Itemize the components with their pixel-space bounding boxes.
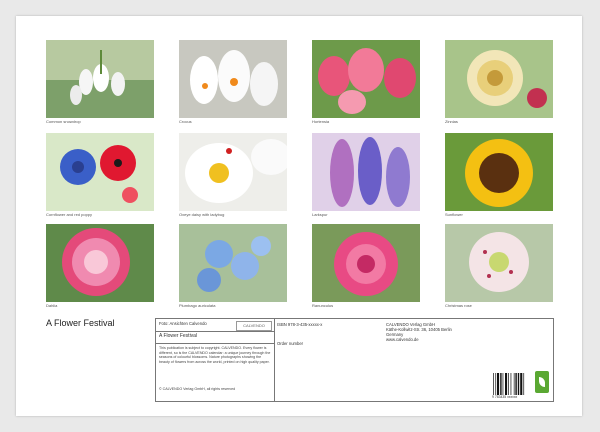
cover-info-column: Foto: Ansichten Calvendo CALVENDO A Flow… — [156, 319, 275, 401]
photo-caption: Dahlia — [46, 303, 58, 308]
order-number-label: Order number — [277, 341, 304, 346]
photo-tile: Zinnias — [445, 40, 553, 125]
photo-tile: Larkspur — [312, 133, 420, 218]
photo-caption: Oxeye daisy with ladybug — [179, 212, 225, 217]
larkspur-photo — [312, 133, 420, 211]
photo-caption: Crocus — [179, 119, 192, 124]
barcode — [493, 373, 525, 395]
publisher-info-box: Foto: Ansichten Calvendo CALVENDO A Flow… — [155, 318, 554, 402]
isbn-text: ISBN 978-3-435-xxxxx-x — [277, 322, 323, 327]
photo-caption: Hortensia — [312, 119, 330, 124]
snowdrop-photo — [46, 40, 154, 118]
photo-caption: Common snowdrop — [46, 119, 81, 124]
photo-tile: Sunflower — [445, 133, 553, 218]
photo-tile: Ranunculus — [312, 224, 420, 309]
dahlia-photo — [46, 224, 154, 302]
photo-caption: Plumbago auriculata — [179, 303, 216, 308]
zinnia-photo — [445, 40, 553, 118]
ranunculus-photo — [312, 224, 420, 302]
copyright-text: © CALVENDO Verlag GmbH, all rights reser… — [159, 387, 236, 391]
photo-tile: Dahlia — [46, 224, 154, 309]
photo-tile: Cornflower and red poppy — [46, 133, 154, 218]
plumbago-photo — [179, 224, 287, 302]
calendar-title: A Flower Festival — [46, 318, 115, 328]
tulips-photo — [312, 40, 420, 118]
crocus-photo — [179, 40, 287, 118]
photo-tile: Christmas rose — [445, 224, 553, 309]
photo-tile: Common snowdrop — [46, 40, 154, 125]
row-divider — [156, 343, 274, 344]
photo-caption: Zinnias — [445, 119, 458, 124]
publisher-contact: www.calvendo.de — [386, 337, 419, 342]
photo-caption: Cornflower and red poppy — [46, 212, 93, 217]
photo-caption: Ranunculus — [312, 303, 334, 308]
hellebore-photo — [445, 224, 553, 302]
photo-caption: Christmas rose — [445, 303, 472, 308]
barcode-number: 9 783435 xxxxxx — [492, 395, 518, 399]
calendar-subtitle: A Flower Festival — [159, 333, 198, 339]
cornflower-photo — [46, 133, 154, 211]
row-divider — [156, 331, 274, 332]
photo-caption: Larkspur — [312, 212, 328, 217]
description-text: This publication is subject to copyright… — [159, 346, 271, 364]
photo-caption: Sunflower — [445, 212, 463, 217]
eco-badge-icon — [535, 371, 549, 393]
photo-tile: Oxeye daisy with ladybug — [179, 133, 287, 218]
photo-tile: Plumbago auriculata — [179, 224, 287, 309]
cover-label: Foto: Ansichten Calvendo — [159, 321, 207, 326]
photo-tile: Crocus — [179, 40, 287, 125]
calvendo-logo: CALVENDO — [236, 321, 272, 331]
sunflower-photo — [445, 133, 553, 211]
photo-tile: Hortensia — [312, 40, 420, 125]
daisy-photo — [179, 133, 287, 211]
